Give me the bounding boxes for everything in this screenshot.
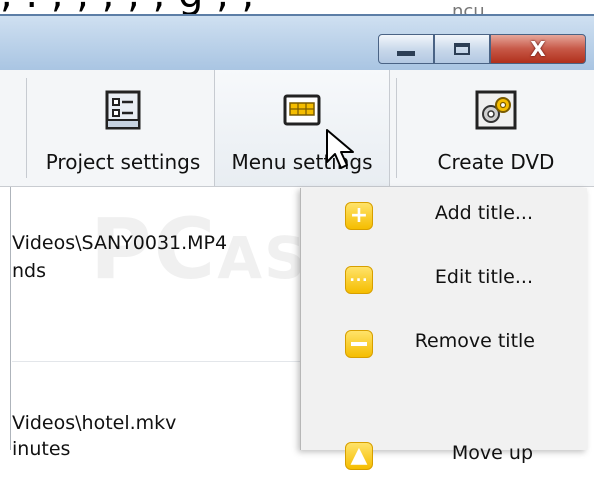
menu-item-edit-title[interactable]: ... Edit title... — [301, 254, 587, 304]
close-button[interactable]: X — [490, 34, 586, 64]
create-dvd-gears-icon — [475, 90, 517, 130]
cropped-heading: , . , , , , , g , , — [0, 0, 254, 14]
toolbar: Project settings Menu settings Create DV… — [0, 70, 594, 187]
mouse-cursor-icon — [326, 129, 354, 169]
maximize-icon — [454, 43, 470, 55]
close-icon: X — [530, 37, 546, 61]
menu-item-label: Move up — [451, 442, 533, 464]
toolbar-separator — [26, 78, 27, 178]
context-menu: + Add title... ... Edit title... Remove … — [300, 188, 587, 470]
maximize-button[interactable] — [434, 34, 490, 64]
watermark-text: PC — [90, 200, 218, 298]
menu-item-label: Remove title — [414, 330, 535, 352]
list-item-duration: inutes — [12, 438, 71, 460]
minimize-button[interactable] — [378, 34, 434, 64]
project-settings-button[interactable]: Project settings — [36, 70, 210, 186]
menu-item-label: Edit title... — [434, 266, 533, 288]
window-titlebar: X — [0, 14, 594, 72]
project-settings-icon — [105, 90, 141, 130]
create-dvd-label: Create DVD — [437, 150, 555, 174]
ellipsis-icon: ... — [345, 266, 373, 294]
menu-item-add-title[interactable]: + Add title... — [301, 190, 587, 240]
menu-settings-icon — [283, 94, 321, 126]
create-dvd-button[interactable]: Create DVD — [406, 70, 586, 186]
top-cropped-strip: , . , , , , , g , , ncu — [0, 0, 594, 14]
menu-item-remove-title[interactable]: Remove title — [301, 318, 587, 368]
menu-item-move-up[interactable]: ▲ Move up — [301, 430, 587, 480]
list-row-divider — [12, 361, 302, 362]
cropped-text: ncu — [452, 1, 485, 14]
toolbar-separator — [396, 78, 397, 178]
menu-item-label: Add title... — [434, 202, 533, 224]
arrow-up-icon: ▲ — [345, 442, 373, 470]
plus-icon: + — [345, 202, 373, 230]
list-border — [10, 187, 11, 450]
menu-settings-button[interactable]: Menu settings — [214, 70, 390, 186]
project-settings-label: Project settings — [45, 150, 201, 174]
minimize-icon — [397, 50, 415, 56]
list-item-duration: nds — [12, 260, 47, 282]
minus-icon — [345, 330, 373, 358]
list-item-path[interactable]: Videos\hotel.mkv — [12, 411, 176, 435]
